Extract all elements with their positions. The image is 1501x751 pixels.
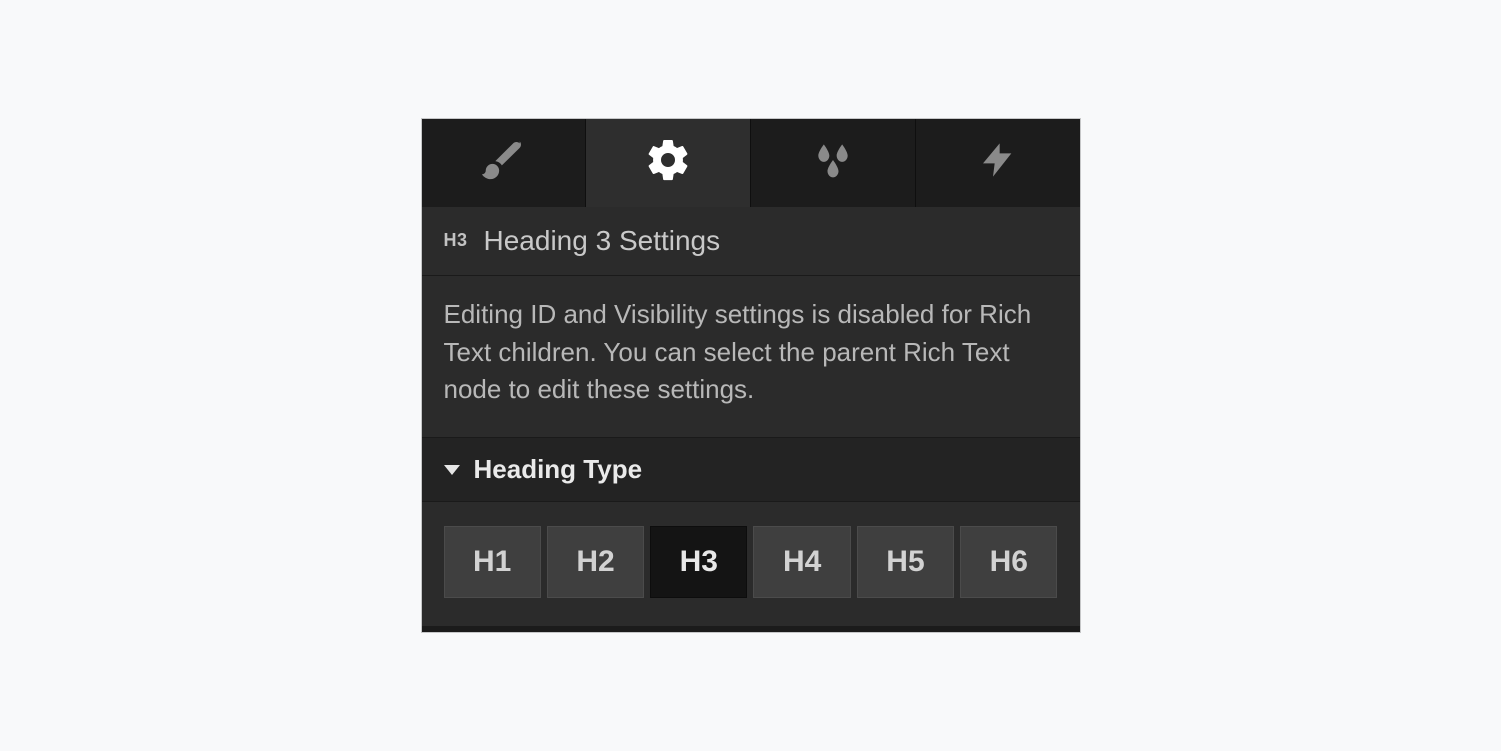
droplets-icon (811, 138, 855, 187)
caret-down-icon (444, 465, 460, 475)
settings-disabled-notice: Editing ID and Visibility settings is di… (422, 276, 1080, 438)
tab-interactions[interactable] (916, 119, 1080, 207)
heading-type-h5[interactable]: H5 (857, 526, 954, 598)
gear-icon (644, 136, 692, 189)
heading-type-h2[interactable]: H2 (547, 526, 644, 598)
panel-title: Heading 3 Settings (484, 225, 721, 257)
tab-settings[interactable] (586, 119, 751, 207)
heading-type-h4[interactable]: H4 (753, 526, 850, 598)
brush-icon (480, 137, 526, 188)
tab-effects[interactable] (751, 119, 916, 207)
heading-type-options: H1 H2 H3 H4 H5 H6 (422, 502, 1080, 626)
tab-style[interactable] (422, 119, 587, 207)
panel-divider (422, 626, 1080, 632)
panel-tabs (422, 119, 1080, 207)
heading-type-section-header[interactable]: Heading Type (422, 438, 1080, 502)
h3-badge-icon: H3 (444, 230, 468, 251)
heading-type-label: Heading Type (474, 454, 643, 485)
bolt-icon (978, 140, 1018, 185)
heading-type-h6[interactable]: H6 (960, 526, 1057, 598)
heading-type-h3[interactable]: H3 (650, 526, 747, 598)
settings-panel: H3 Heading 3 Settings Editing ID and Vis… (422, 119, 1080, 632)
panel-title-row: H3 Heading 3 Settings (422, 207, 1080, 276)
heading-type-h1[interactable]: H1 (444, 526, 541, 598)
